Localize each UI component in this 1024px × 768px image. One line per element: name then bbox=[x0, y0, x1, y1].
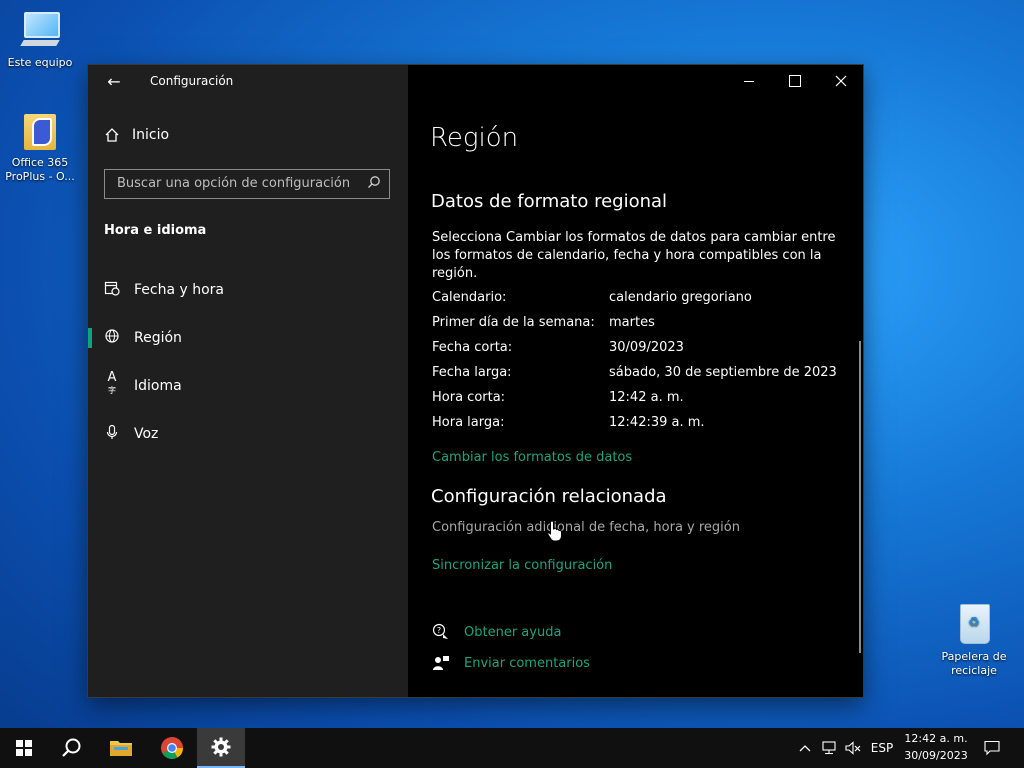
date-time-icon bbox=[104, 280, 120, 300]
row-label: Hora corta: bbox=[432, 390, 506, 405]
home-icon bbox=[104, 127, 120, 143]
volume-muted-icon bbox=[845, 741, 861, 755]
active-indicator bbox=[88, 328, 92, 348]
clock[interactable]: 12:42 a. m. 30/09/2023 bbox=[902, 730, 970, 764]
search-icon bbox=[62, 738, 81, 757]
recycle-bin-icon: ♻ bbox=[952, 602, 996, 646]
maximize-icon bbox=[789, 75, 801, 87]
action-center-button[interactable] bbox=[978, 728, 1006, 768]
taskbar: ESP 12:42 a. m. 30/09/2023 bbox=[0, 728, 1024, 768]
back-arrow-icon: ← bbox=[107, 72, 121, 91]
globe-icon bbox=[104, 328, 120, 348]
regional-format-description: Selecciona Cambiar los formatos de datos… bbox=[432, 230, 836, 281]
get-help-row[interactable]: ? Obtener ayuda bbox=[432, 623, 561, 641]
office-desktop-icon[interactable]: Office 365 ProPlus - O... bbox=[2, 108, 78, 184]
settings-window: ← Configuración Inicio Hora e idioma Fec… bbox=[88, 65, 863, 697]
network-icon bbox=[822, 741, 836, 755]
related-settings-heading: Configuración relacionada bbox=[431, 486, 667, 507]
feedback-icon bbox=[432, 654, 450, 672]
row-label: Primer día de la semana: bbox=[432, 315, 595, 330]
nav-item-date-time[interactable]: Fecha y hora bbox=[88, 270, 408, 310]
chevron-up-icon bbox=[799, 745, 811, 752]
back-button[interactable]: ← bbox=[102, 71, 126, 93]
settings-search[interactable] bbox=[104, 169, 390, 199]
feedback-row[interactable]: Enviar comentarios bbox=[432, 654, 590, 672]
show-hidden-icons-button[interactable] bbox=[794, 728, 816, 768]
additional-date-time-region-link[interactable]: Configuración adicional de fecha, hora y… bbox=[432, 520, 740, 535]
settings-taskbar-button[interactable] bbox=[197, 728, 245, 768]
microphone-icon bbox=[104, 424, 120, 444]
nav-label-date-time: Fecha y hora bbox=[134, 282, 225, 298]
close-icon bbox=[835, 75, 847, 87]
help-chat-icon: ? bbox=[432, 623, 450, 641]
this-pc-label: Este equipo bbox=[7, 56, 73, 69]
row-label: Hora larga: bbox=[432, 415, 505, 430]
search-taskbar-button[interactable] bbox=[48, 728, 96, 768]
clock-date: 30/09/2023 bbox=[904, 749, 968, 762]
svg-text:?: ? bbox=[437, 626, 441, 635]
office-label: Office 365 ProPlus - O... bbox=[5, 156, 75, 183]
computer-icon bbox=[18, 8, 62, 52]
file-explorer-button[interactable] bbox=[97, 728, 145, 768]
row-value: martes bbox=[609, 315, 655, 330]
volume-button[interactable] bbox=[842, 728, 864, 768]
folder-icon bbox=[110, 741, 132, 756]
row-value: sábado, 30 de septiembre de 2023 bbox=[609, 365, 837, 380]
settings-content: Región Datos de formato regional Selecci… bbox=[408, 65, 863, 697]
windows-logo-icon bbox=[16, 740, 32, 756]
nav-label-speech: Voz bbox=[134, 426, 159, 442]
input-language-button[interactable]: ESP bbox=[866, 728, 898, 768]
section-heading: Hora e idioma bbox=[104, 223, 207, 238]
sync-settings-link[interactable]: Sincronizar la configuración bbox=[432, 558, 612, 573]
hand-cursor-icon bbox=[547, 520, 562, 542]
row-value: 30/09/2023 bbox=[609, 340, 684, 355]
language-icon: A字 bbox=[107, 369, 117, 395]
search-icon[interactable] bbox=[365, 175, 383, 193]
row-value: 12:42:39 a. m. bbox=[609, 415, 705, 430]
settings-sidebar: ← Configuración Inicio Hora e idioma Fec… bbox=[88, 65, 408, 697]
row-label: Calendario: bbox=[432, 290, 507, 305]
row-value: 12:42 a. m. bbox=[609, 390, 684, 405]
close-button[interactable] bbox=[818, 65, 864, 97]
language-indicator: ESP bbox=[870, 741, 894, 755]
content-scrollbar[interactable] bbox=[859, 341, 861, 653]
recycle-bin-desktop-icon[interactable]: ♻ Papelera de reciclaje bbox=[936, 602, 1012, 678]
nav-item-speech[interactable]: Voz bbox=[88, 414, 408, 454]
row-value: calendario gregoriano bbox=[609, 290, 752, 305]
clock-time: 12:42 a. m. bbox=[904, 732, 968, 745]
regional-format-heading: Datos de formato regional bbox=[431, 191, 668, 212]
maximize-button[interactable] bbox=[772, 65, 818, 97]
search-input[interactable] bbox=[115, 175, 359, 192]
row-label: Fecha larga: bbox=[432, 365, 512, 380]
nav-label-language: Idioma bbox=[134, 378, 182, 394]
get-help-link[interactable]: Obtener ayuda bbox=[464, 625, 561, 640]
network-button[interactable] bbox=[818, 728, 840, 768]
row-label: Fecha corta: bbox=[432, 340, 513, 355]
start-button[interactable] bbox=[0, 728, 48, 768]
nav-item-region[interactable]: Región bbox=[88, 318, 408, 358]
notifications-icon bbox=[984, 740, 1000, 756]
nav-label-region: Región bbox=[134, 330, 182, 346]
chrome-button[interactable] bbox=[148, 728, 196, 768]
window-title: Configuración bbox=[150, 74, 234, 88]
change-data-formats-link[interactable]: Cambiar los formatos de datos bbox=[432, 450, 632, 465]
recycle-bin-label: Papelera de reciclaje bbox=[941, 650, 1007, 677]
nav-item-language[interactable]: A字 Idioma bbox=[88, 366, 408, 406]
minimize-button[interactable] bbox=[726, 65, 772, 97]
home-nav-item[interactable]: Inicio bbox=[104, 127, 169, 143]
home-label: Inicio bbox=[132, 127, 170, 143]
chrome-icon bbox=[161, 737, 183, 759]
gear-icon bbox=[211, 737, 231, 757]
minimize-icon bbox=[744, 80, 754, 82]
office-folder-icon bbox=[18, 108, 62, 152]
send-feedback-link[interactable]: Enviar comentarios bbox=[464, 656, 590, 671]
this-pc-desktop-icon[interactable]: Este equipo bbox=[2, 8, 78, 70]
page-title: Región bbox=[430, 123, 519, 153]
